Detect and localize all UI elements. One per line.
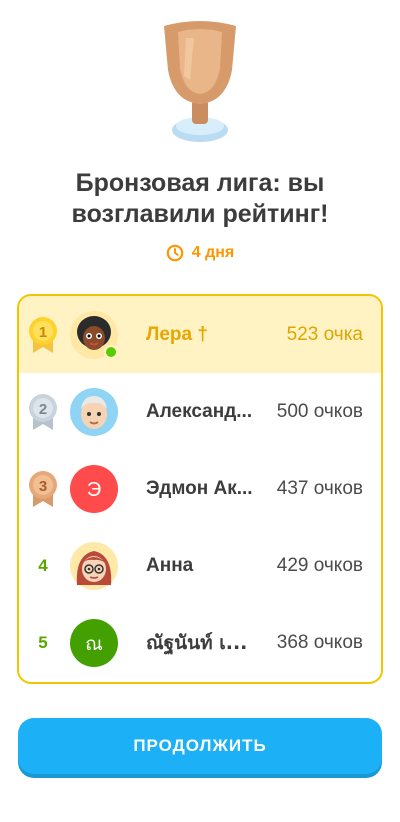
avatar-letter: Э xyxy=(87,479,101,501)
leaderboard: 1 Лера † 523 очка 2 Александ... 500 очко… xyxy=(17,294,383,684)
title-line-1: Бронзовая лига: вы xyxy=(75,169,325,197)
leaderboard-row[interactable]: 4 Анна 429 очков xyxy=(19,527,381,604)
player-points: 523 очка xyxy=(286,323,363,345)
leaderboard-row[interactable]: 2 Александ... 500 очков xyxy=(19,373,381,450)
leaderboard-row[interactable]: 5 ณ ณัฐนันท์ เ... 368 очков xyxy=(19,604,381,681)
rank-number: 2 xyxy=(39,401,47,418)
rank-number: 5 xyxy=(38,632,48,652)
gold-medal-icon: 1 xyxy=(27,315,59,355)
player-name: Анна xyxy=(146,554,194,576)
title-line-2: возглавили рейтинг! xyxy=(71,200,329,228)
player-points: 429 очков xyxy=(276,554,363,576)
player-points: 500 очков xyxy=(276,400,363,422)
avatar-edmon: Э xyxy=(70,464,118,513)
page-title: Бронзовая лига: вы возглавили рейтинг! xyxy=(20,168,380,230)
bronze-trophy-icon xyxy=(164,21,236,142)
player-name: Эдмон Ак... xyxy=(146,477,253,499)
leaderboard-row-current-user[interactable]: 1 Лера † 523 очка xyxy=(19,296,381,373)
clock-icon xyxy=(166,244,184,262)
avatar-lera xyxy=(70,310,118,359)
rank-number: 4 xyxy=(38,555,48,575)
online-indicator xyxy=(104,344,118,359)
avatar-thai-user: ณ xyxy=(70,618,118,667)
avatar-alexander xyxy=(70,387,118,436)
time-remaining-text: 4 дня xyxy=(191,244,235,261)
player-name: Александ... xyxy=(146,400,253,422)
rank-number: 1 xyxy=(39,324,47,341)
silver-medal-icon: 2 xyxy=(27,392,59,432)
leaderboard-row[interactable]: 3 Э Эдмон Ак... 437 очков xyxy=(19,450,381,527)
player-points: 368 очков xyxy=(276,631,363,653)
avatar-letter: ณ xyxy=(85,633,103,655)
player-name: Лера † xyxy=(146,323,208,345)
player-name: ณัฐนันท์ เ... xyxy=(146,631,248,654)
player-points: 437 очков xyxy=(276,477,363,499)
avatar-anna xyxy=(70,541,118,590)
continue-button[interactable]: ПРОДОЛЖИТЬ xyxy=(18,718,382,774)
time-remaining: 4 дня xyxy=(0,244,400,262)
rank-number: 3 xyxy=(39,478,47,495)
bronze-medal-icon: 3 xyxy=(27,469,59,509)
